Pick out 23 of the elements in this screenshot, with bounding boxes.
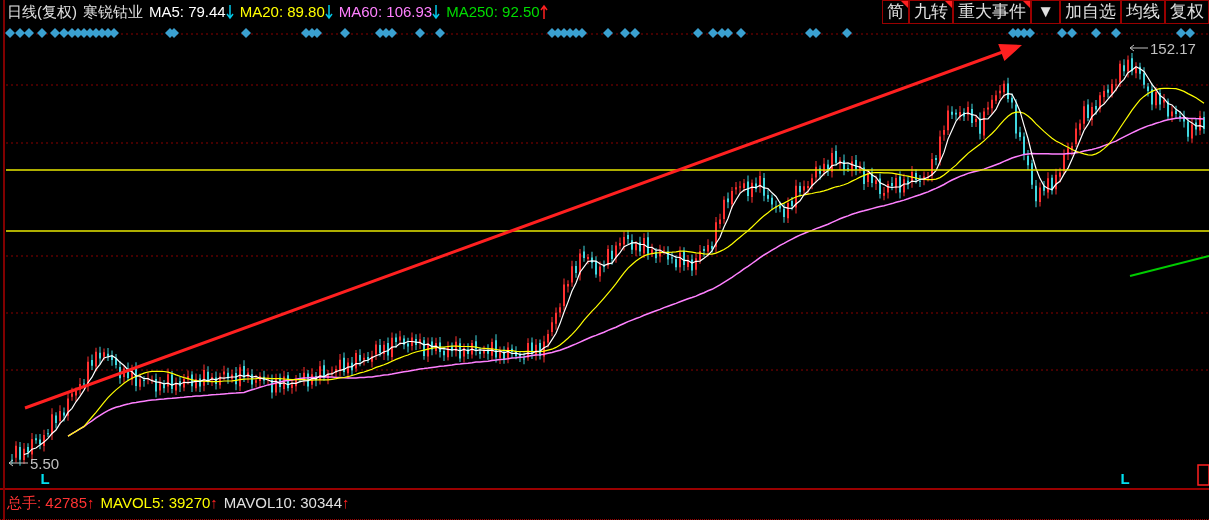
toolbar-button[interactable]: 重大事件: [953, 0, 1032, 24]
stock-name: 寒锐钴业: [83, 2, 143, 22]
volume-reading: MAVOL10: 30344↑: [223, 493, 350, 513]
low-price-label: 5.50: [30, 455, 60, 472]
period-label: 日线(复权): [7, 2, 77, 22]
toolbar-button[interactable]: 复权: [1165, 0, 1209, 24]
low-marker: L: [40, 470, 50, 487]
moving-average-reading: MA60: 106.93: [338, 2, 433, 22]
toolbar-button[interactable]: 九转: [909, 0, 954, 24]
toolbar-button[interactable]: 加自选: [1060, 0, 1121, 24]
volume-reading: MAVOL5: 39270↑: [100, 493, 218, 513]
leader-line: [1129, 44, 1149, 52]
high-price-label: 152.17: [1150, 40, 1196, 57]
corner-marker-icon: [1197, 464, 1209, 486]
moving-average-reading: MA5: 79.44: [149, 2, 226, 22]
toolbar-button[interactable]: 简: [882, 0, 910, 24]
leader-line: [8, 459, 29, 467]
moving-average-reading: MA250: 92.50: [446, 2, 540, 22]
toolbar-button[interactable]: 均线: [1121, 0, 1165, 24]
moving-average-reading: MA20: 89.80: [239, 2, 325, 22]
low-marker: L: [1120, 470, 1130, 487]
dropdown-button[interactable]: ▼: [1031, 0, 1060, 24]
volume-reading: 总手: 42785↑: [7, 493, 95, 513]
